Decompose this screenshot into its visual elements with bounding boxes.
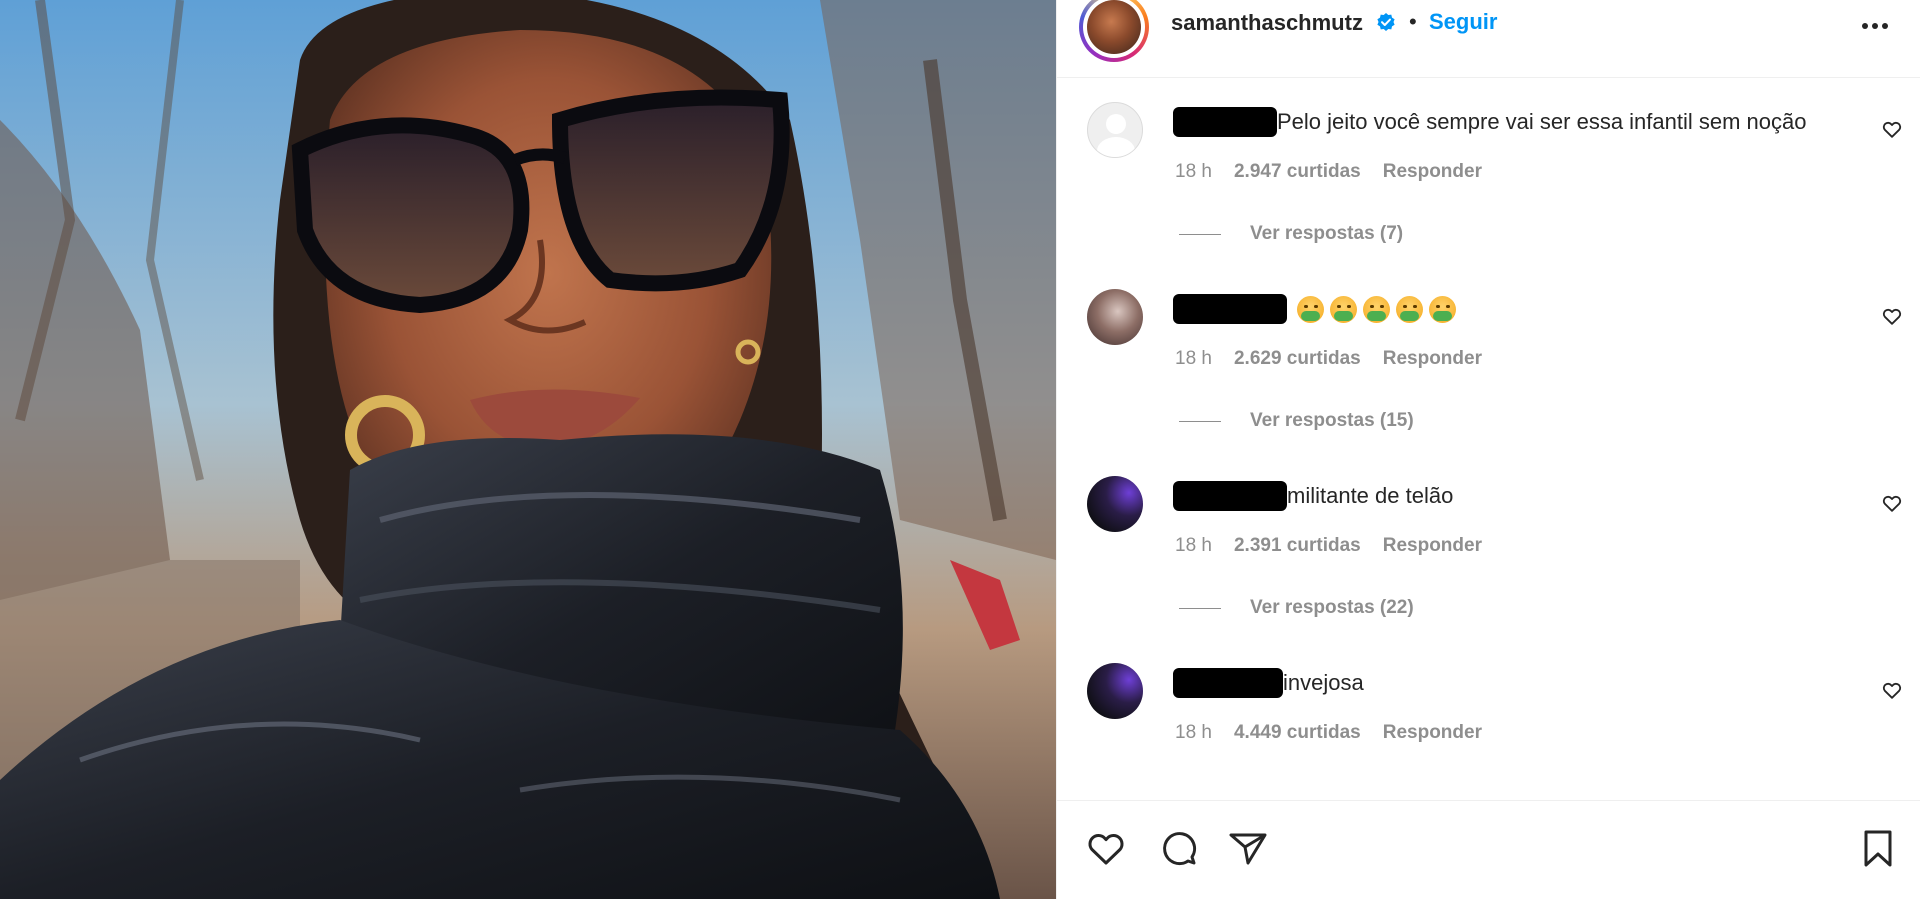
commenter-avatar[interactable] [1087, 476, 1143, 532]
comment-body: Pelo jeito você sempre vai ser essa infa… [1173, 104, 1806, 140]
redacted-username [1173, 481, 1287, 511]
post-photo [0, 0, 1056, 899]
reply-button[interactable]: Responder [1383, 722, 1482, 744]
nauseated-face-icon [1297, 295, 1324, 323]
emoji-row [1297, 295, 1456, 323]
view-replies-label: Ver respostas (22) [1250, 597, 1414, 618]
comment-time: 18 h [1175, 348, 1212, 369]
comment-like-heart-icon[interactable] [1881, 679, 1903, 701]
view-replies-label: Ver respostas (15) [1250, 410, 1414, 431]
reply-button[interactable]: Responder [1383, 535, 1482, 557]
heart-icon[interactable] [1085, 827, 1127, 869]
replies-line [1179, 420, 1221, 422]
post-photo-illustration [0, 0, 1056, 899]
view-replies-label: Ver respostas (7) [1250, 223, 1404, 244]
reply-button[interactable]: Responder [1383, 348, 1482, 370]
commenter-avatar[interactable] [1087, 663, 1143, 719]
follow-button[interactable]: Seguir [1429, 9, 1497, 35]
comment-meta: 18 h 2.629 curtidas Responder [1175, 348, 1482, 370]
post-side-panel: samanthaschmutz • Seguir Pelo jeito você… [1056, 0, 1920, 899]
redacted-username [1173, 294, 1287, 324]
share-icon[interactable] [1227, 827, 1269, 869]
post-action-bar [1057, 800, 1920, 899]
redacted-username [1173, 107, 1277, 137]
comment-item: 18 h 2.629 curtidas Responder Ver respos… [1057, 265, 1920, 452]
comment-meta: 18 h 2.947 curtidas Responder [1175, 161, 1482, 183]
reply-button[interactable]: Responder [1383, 161, 1482, 183]
comment-likes[interactable]: 2.947 curtidas [1234, 161, 1361, 183]
view-replies-button[interactable]: Ver respostas (7) [1179, 223, 1403, 245]
nauseated-face-icon [1330, 295, 1357, 323]
view-replies-button[interactable]: Ver respostas (22) [1179, 597, 1414, 619]
nauseated-face-icon [1396, 295, 1423, 323]
nauseated-face-icon [1429, 295, 1456, 323]
comment-likes[interactable]: 4.449 curtidas [1234, 722, 1361, 744]
commenter-avatar[interactable] [1087, 102, 1143, 158]
comment-icon[interactable] [1157, 827, 1199, 869]
nauseated-face-icon [1363, 295, 1390, 323]
comment-item: militante de telão 18 h 2.391 curtidas R… [1057, 452, 1920, 639]
comment-body: militante de telão [1173, 478, 1453, 514]
comments-list[interactable]: Pelo jeito você sempre vai ser essa infa… [1057, 78, 1920, 800]
comment-likes[interactable]: 2.629 curtidas [1234, 348, 1361, 370]
comment-likes[interactable]: 2.391 curtidas [1234, 535, 1361, 557]
redacted-username [1173, 668, 1283, 698]
comment-item: Pelo jeito você sempre vai ser essa infa… [1057, 78, 1920, 265]
bookmark-icon[interactable] [1857, 827, 1899, 869]
comment-time: 18 h [1175, 535, 1212, 556]
avatar-picture [1087, 0, 1141, 54]
comment-item: invejosa 18 h 4.449 curtidas Responder [1057, 639, 1920, 800]
replies-line [1179, 233, 1221, 235]
more-options-icon[interactable] [1855, 14, 1895, 36]
comment-time: 18 h [1175, 161, 1212, 182]
header-separator: • [1409, 9, 1417, 34]
comment-meta: 18 h 4.449 curtidas Responder [1175, 722, 1482, 744]
comment-text: invejosa [1283, 670, 1364, 695]
comment-like-heart-icon[interactable] [1881, 492, 1903, 514]
commenter-avatar[interactable] [1087, 289, 1143, 345]
comment-text: militante de telão [1287, 483, 1454, 508]
post-header: samanthaschmutz • Seguir [1057, 0, 1920, 78]
replies-line [1179, 607, 1221, 609]
author-username[interactable]: samanthaschmutz [1171, 10, 1363, 36]
comment-text: Pelo jeito você sempre vai ser essa infa… [1277, 109, 1807, 134]
author-avatar[interactable] [1079, 0, 1149, 62]
comment-like-heart-icon[interactable] [1881, 305, 1903, 327]
verified-badge-icon [1377, 13, 1395, 31]
comment-body [1173, 291, 1456, 327]
comment-meta: 18 h 2.391 curtidas Responder [1175, 535, 1482, 557]
comment-body: invejosa [1173, 665, 1364, 701]
comment-like-heart-icon[interactable] [1881, 118, 1903, 140]
comment-time: 18 h [1175, 722, 1212, 743]
view-replies-button[interactable]: Ver respostas (15) [1179, 410, 1414, 432]
